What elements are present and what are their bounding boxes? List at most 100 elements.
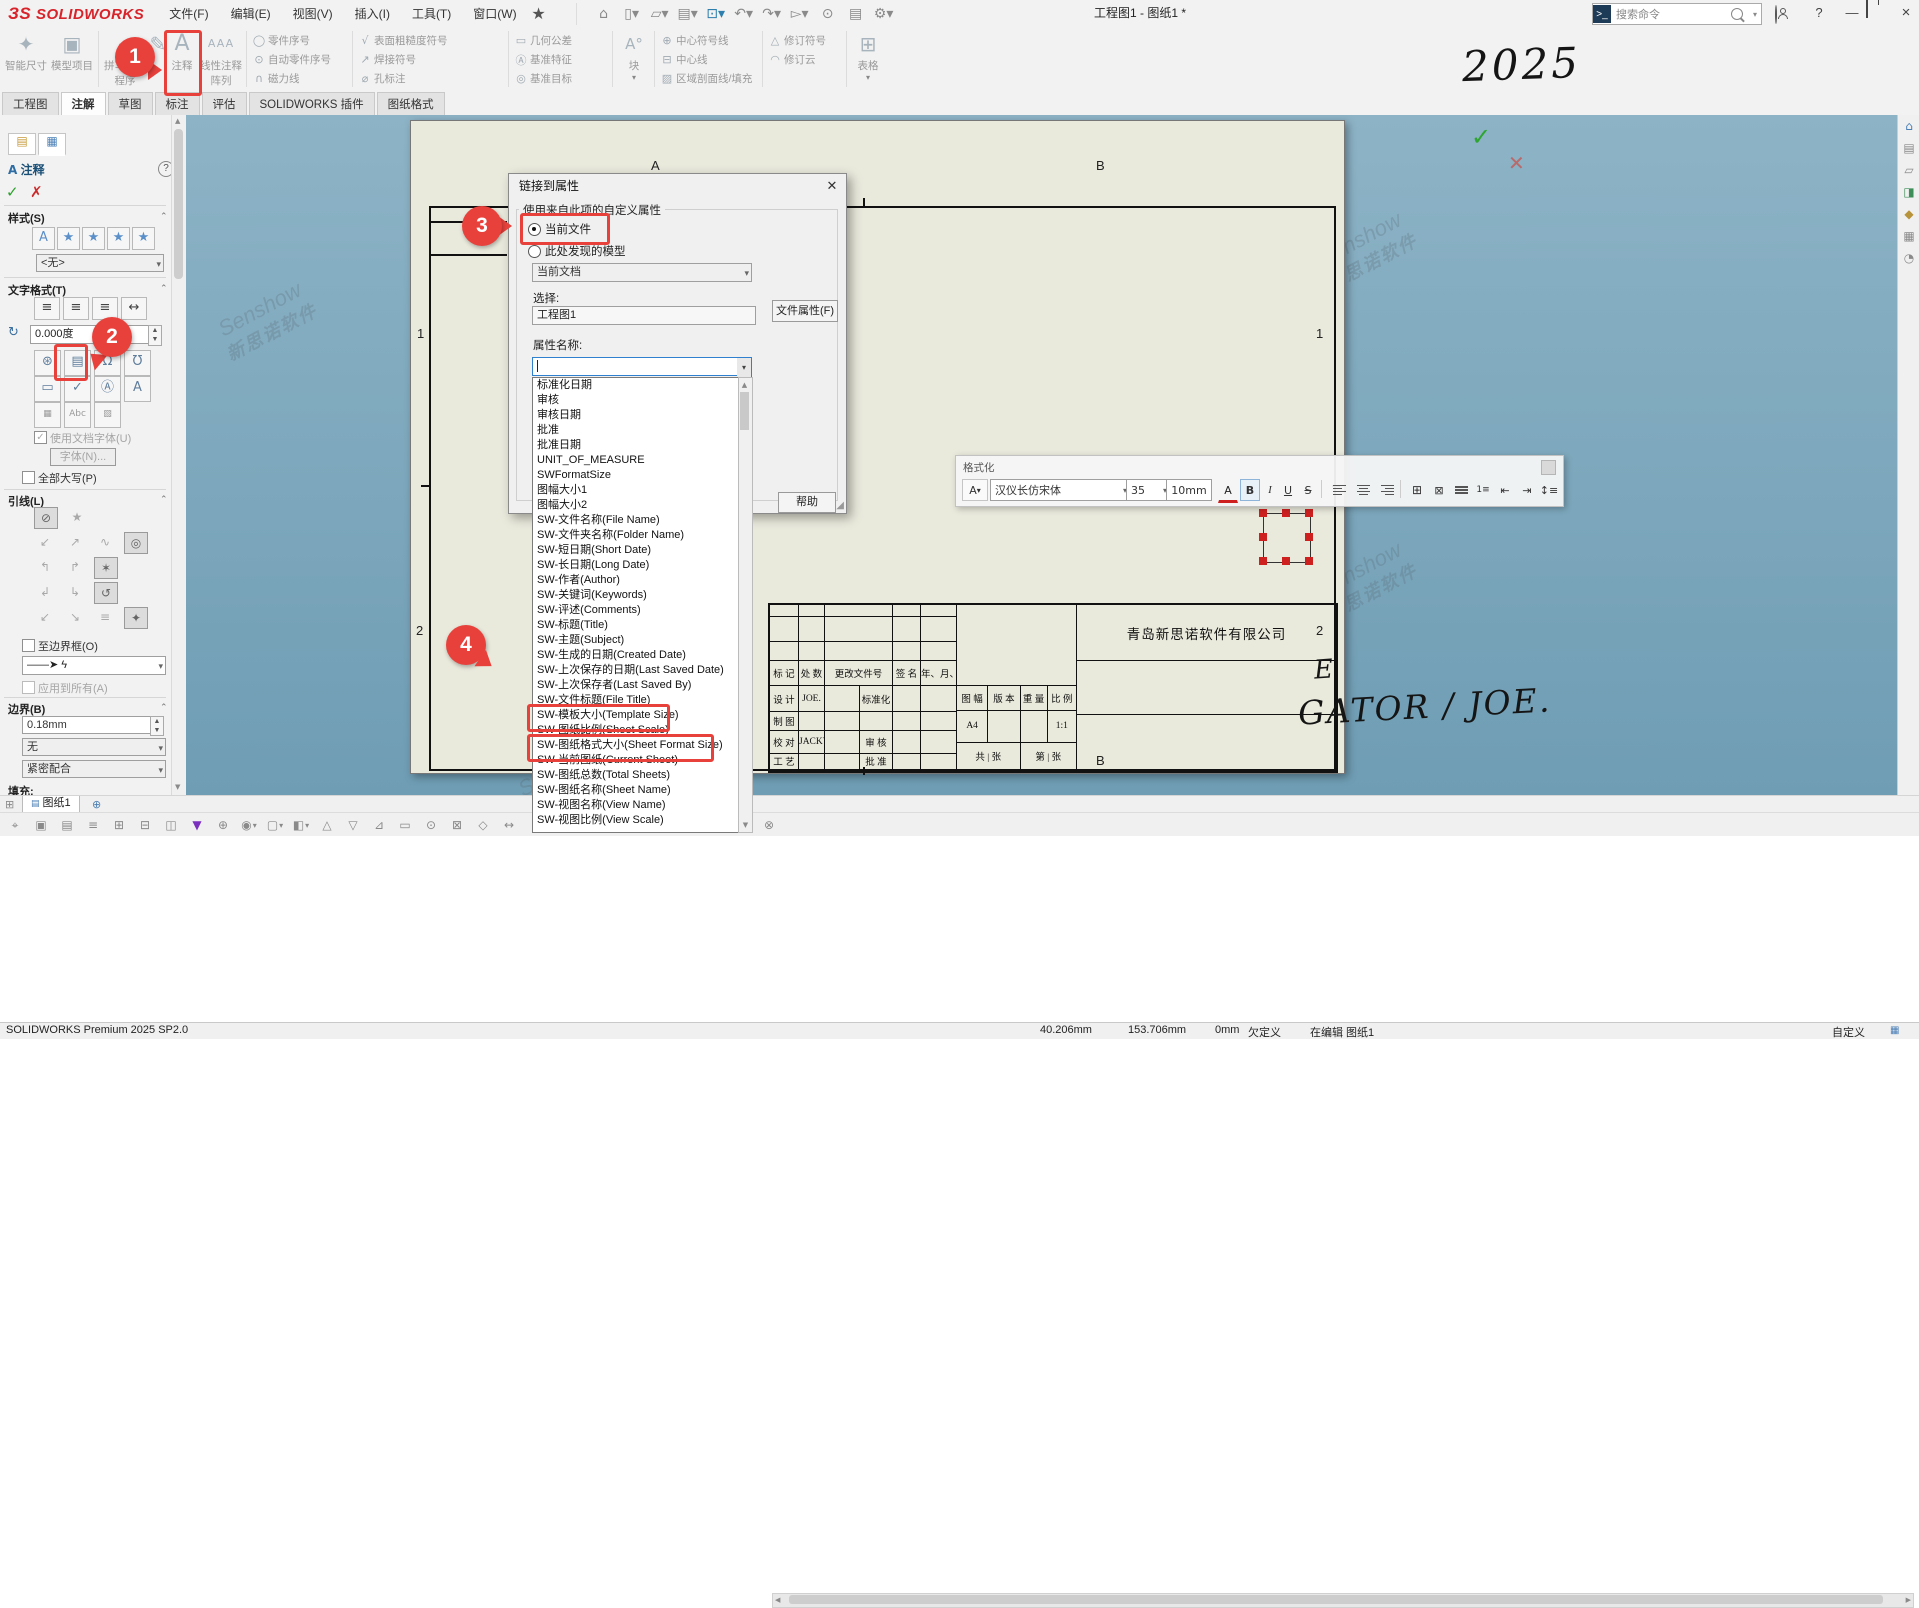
to-bounding-box-checkbox[interactable] <box>22 639 35 652</box>
property-list-item[interactable]: SW-标题(Title) <box>533 618 752 633</box>
text-tool-button[interactable]: ▦ <box>34 402 61 428</box>
close-button[interactable]: × <box>1892 0 1919 26</box>
outdent-icon[interactable]: ⇤ <box>1494 479 1516 501</box>
text-tool-button[interactable]: ▧ <box>94 402 121 428</box>
bottom-tool-icon[interactable]: ▼ <box>186 815 208 835</box>
text-tool-button[interactable]: Abc <box>64 402 91 428</box>
tab-sheet-format[interactable]: 图纸格式 <box>377 92 445 115</box>
selection-value-box[interactable]: 工程图1 <box>532 306 756 325</box>
bottom-tool-icon[interactable]: ◇ <box>472 815 494 835</box>
smart-dimension-button[interactable]: ✦智能尺寸 <box>4 30 48 90</box>
tables-button[interactable]: ⊞表格▾ <box>850 30 886 90</box>
property-list-item[interactable]: SW-文件名称(File Name) <box>533 513 752 528</box>
align-center-icon[interactable] <box>1352 479 1374 501</box>
leader-option[interactable]: ✦ <box>124 607 148 629</box>
border-size-input[interactable]: 0.18mm <box>22 716 158 734</box>
property-list-item[interactable]: 标准化日期 <box>533 378 752 393</box>
leader-option[interactable]: ★ <box>66 507 88 527</box>
tab-evaluate[interactable]: 评估 <box>202 92 247 115</box>
property-list-item[interactable]: 图幅大小2 <box>533 498 752 513</box>
feature-tree-tab-icon[interactable]: ▦ <box>38 133 66 156</box>
bottom-tool-icon[interactable]: ≡ <box>82 815 104 835</box>
property-list-item[interactable]: SW-短日期(Short Date) <box>533 543 752 558</box>
property-list-item[interactable]: SW-图纸总数(Total Sheets) <box>533 768 752 783</box>
bottom-tool-icon[interactable]: ⊕ <box>212 815 234 835</box>
bottom-tool-icon[interactable]: ⊞ <box>108 815 130 835</box>
note-handle[interactable] <box>1282 557 1290 565</box>
ribbon-small-button[interactable]: ⊕中心符号线 <box>658 31 752 50</box>
property-list-item[interactable]: 审核日期 <box>533 408 752 423</box>
note-handle[interactable] <box>1259 533 1267 541</box>
align-button[interactable]: ≡ <box>63 297 89 320</box>
ribbon-small-button[interactable]: √表面粗糙度符号 <box>356 31 448 50</box>
quick-access-button[interactable]: ▻▾ <box>787 3 813 25</box>
note-handle[interactable] <box>1305 557 1313 565</box>
ribbon-small-button[interactable]: ⊙自动零件序号 <box>250 50 331 69</box>
ribbon-small-button[interactable]: ▨区域剖面线/填充 <box>658 69 752 88</box>
bottom-tool-icon[interactable]: ▢▾ <box>264 815 286 835</box>
leader-option[interactable]: ↲ <box>34 582 56 602</box>
text-tool-button[interactable]: Ʊ <box>124 350 151 376</box>
ribbon-small-button[interactable]: ▭几何公差 <box>512 31 572 50</box>
quick-access-button[interactable]: ⊡▾ <box>703 3 729 25</box>
indent-icon[interactable]: ⇥ <box>1516 479 1538 501</box>
quick-access-button[interactable]: ↷▾ <box>759 3 785 25</box>
sheet-tab-active[interactable]: ▤图纸1 <box>22 796 80 813</box>
bottom-tool-icon[interactable]: ▭ <box>394 815 416 835</box>
strikethrough-button[interactable]: S <box>1299 479 1317 501</box>
style-button[interactable]: ★ <box>82 227 105 250</box>
leader-option[interactable]: ↳ <box>64 582 86 602</box>
bottom-tool-icon[interactable]: ⌖ <box>4 815 26 835</box>
bottom-tool-icon[interactable]: △ <box>316 815 338 835</box>
leader-option[interactable]: ↙ <box>34 532 56 552</box>
border-style-select[interactable]: 无▾ <box>22 738 166 756</box>
all-caps-checkbox[interactable] <box>22 471 35 484</box>
ribbon-small-button[interactable]: Ⓐ基准特征 <box>512 50 572 69</box>
quick-access-button[interactable]: ▤ <box>843 3 869 25</box>
property-list-item[interactable]: SW-作者(Author) <box>533 573 752 588</box>
ok-button[interactable]: ✓ <box>6 183 19 201</box>
property-name-combobox[interactable]: ​ <box>532 357 747 376</box>
align-right-icon[interactable] <box>1376 479 1398 501</box>
combobox-dropdown-icon[interactable]: ▾ <box>737 357 752 378</box>
line-spacing-icon[interactable]: ↕≡ <box>1538 479 1560 501</box>
quick-access-button[interactable]: ▯▾ <box>619 3 645 25</box>
view-palette-icon[interactable]: ◨ <box>1898 181 1919 203</box>
selected-note-box[interactable] <box>1263 513 1311 563</box>
status-grid-icon[interactable]: ▦ <box>1890 1025 1899 1036</box>
property-list-item[interactable]: SW-文件夹名称(Folder Name) <box>533 528 752 543</box>
bottom-tool-icon[interactable]: ▤ <box>56 815 78 835</box>
tab-sketch[interactable]: 草图 <box>108 92 153 115</box>
property-list-item[interactable]: SW-长日期(Long Date) <box>533 558 752 573</box>
property-list-item[interactable]: SW-图纸名称(Sheet Name) <box>533 783 752 798</box>
design-library-icon[interactable]: ▤ <box>1898 137 1919 159</box>
search-command-box[interactable]: >_ 搜索命令 ▾ <box>1592 3 1762 25</box>
style-button[interactable]: ★ <box>132 227 155 250</box>
text-tool-button[interactable]: A <box>124 376 151 402</box>
note-handle[interactable] <box>1259 557 1267 565</box>
bottom-tool-icon[interactable]: ◉▾ <box>238 815 260 835</box>
property-list-item[interactable]: SW-视图比例(View Scale) <box>533 813 752 828</box>
menu-insert[interactable]: 插入(I) <box>344 1 401 27</box>
bottom-tool-icon[interactable]: ⊗ <box>758 815 780 835</box>
add-sheet-icon[interactable]: ⊕ <box>92 798 101 811</box>
quick-access-button[interactable]: ⚙▾ <box>871 3 897 25</box>
style-select[interactable]: <无>▾ <box>36 254 164 272</box>
leader-option[interactable]: ↺ <box>94 582 118 604</box>
font-style-icon[interactable]: A▾ <box>962 479 988 501</box>
text-format-section-label[interactable]: 文字格式(T) <box>8 282 66 298</box>
tab-addins[interactable]: SOLIDWORKS 插件 <box>249 92 375 115</box>
bottom-tool-icon[interactable]: ⊟ <box>134 815 156 835</box>
bottom-tool-icon[interactable]: ⊙ <box>420 815 442 835</box>
confirm-cancel-icon[interactable]: ✕ <box>1508 151 1525 175</box>
bottom-tool-icon[interactable]: ⊠ <box>446 815 468 835</box>
border-section-label[interactable]: 边界(B) <box>8 701 45 717</box>
leader-option[interactable]: ↗ <box>64 532 86 552</box>
note-handle[interactable] <box>1305 533 1313 541</box>
file-explorer-icon[interactable]: ▱ <box>1898 159 1919 181</box>
confirm-ok-icon[interactable]: ✓ <box>1471 123 1491 151</box>
underline-button[interactable]: U <box>1279 479 1297 501</box>
apply-to-all-checkbox[interactable] <box>22 681 35 694</box>
ribbon-small-button[interactable]: ◠修订云 <box>766 50 826 69</box>
leader-option[interactable]: ↙ <box>34 607 56 627</box>
